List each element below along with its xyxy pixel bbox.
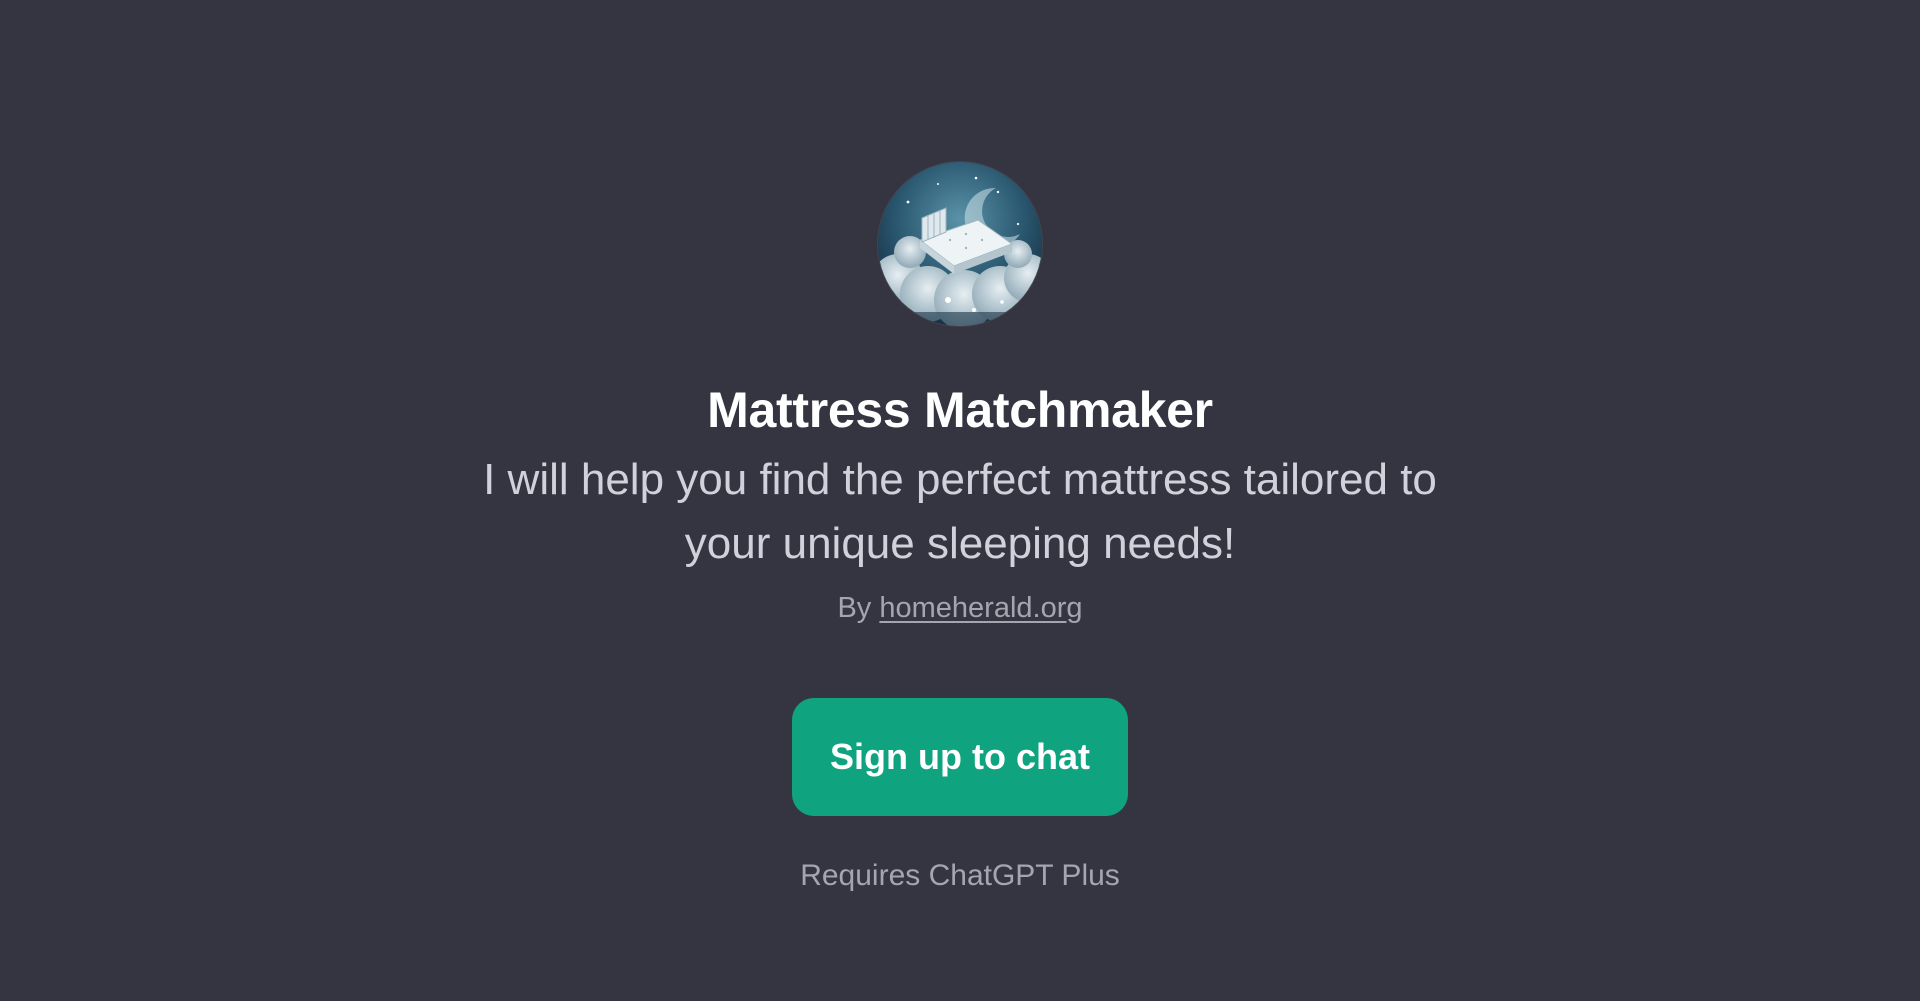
page: Mattress Matchmaker I will help you find… [0, 0, 1920, 1001]
byline-prefix: By [837, 592, 872, 624]
gpt-description: I will help you find the perfect mattres… [483, 455, 1437, 568]
mattress-on-clouds-avatar-icon [878, 162, 1042, 326]
requires-plus-note: Requires ChatGPT Plus [800, 859, 1120, 892]
gpt-profile: Mattress Matchmaker I will help you find… [0, 0, 1920, 894]
author-link[interactable]: homeherald.org [879, 592, 1082, 624]
gpt-title: Mattress Matchmaker [707, 382, 1213, 438]
author-byline: By homeherald.org [837, 590, 1082, 626]
gpt-avatar [878, 162, 1042, 326]
sign-up-to-chat-button[interactable]: Sign up to chat [792, 698, 1128, 816]
